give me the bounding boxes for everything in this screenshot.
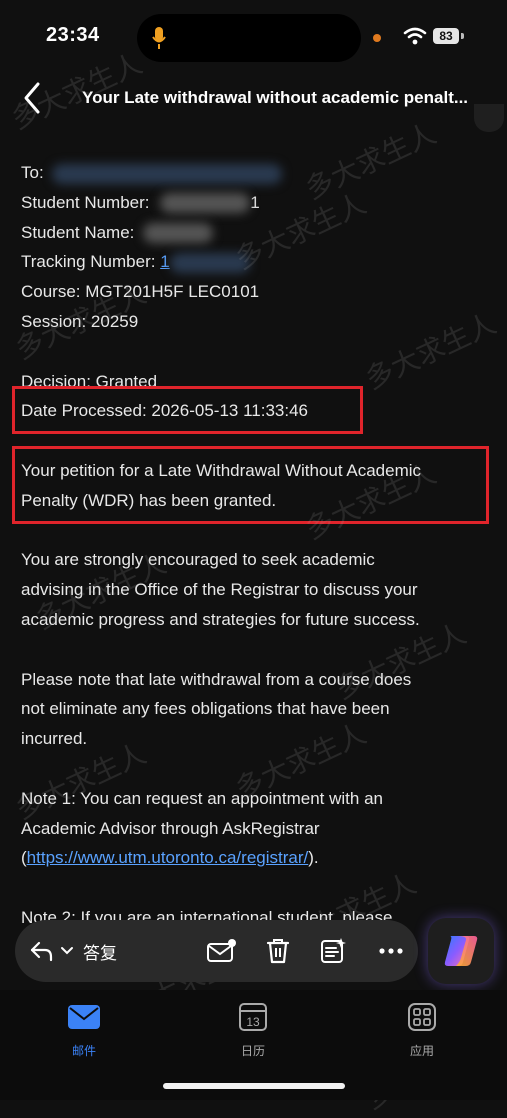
tracking-number-label: Tracking Number: bbox=[21, 252, 156, 272]
student-number-tail: 1 bbox=[250, 192, 260, 212]
fees-line-2: not eliminate any fees obligations that … bbox=[21, 699, 390, 719]
calendar-icon: 13 bbox=[239, 1003, 267, 1031]
registrar-link[interactable]: https://www.utm.utoronto.ca/registrar/ bbox=[27, 848, 309, 867]
student-number-line: Student Number: 1 bbox=[21, 188, 496, 218]
redacted-tracking-number bbox=[169, 252, 250, 273]
status-time: 23:34 bbox=[46, 24, 100, 46]
fees-line-3: incurred. bbox=[21, 729, 88, 749]
tab-calendar-label: 日历 bbox=[240, 1044, 265, 1058]
tracking-number-link[interactable]: 1 bbox=[160, 252, 169, 271]
battery-tip bbox=[461, 33, 464, 39]
reply-arrow-icon bbox=[30, 941, 53, 962]
microphone-icon bbox=[152, 27, 166, 49]
reply-label: 答复 bbox=[83, 943, 117, 963]
reply-button[interactable]: 答复 bbox=[29, 933, 149, 969]
highlight-box-date bbox=[12, 386, 363, 434]
tracking-number-line: Tracking Number: 1 bbox=[21, 247, 496, 277]
status-bar: 23:34 83 bbox=[0, 0, 507, 70]
mark-unread-button[interactable] bbox=[203, 933, 239, 969]
redacted-recipient bbox=[52, 163, 283, 184]
ai-summary-icon bbox=[321, 938, 346, 963]
back-chevron-icon[interactable] bbox=[18, 80, 48, 116]
redacted-student-name bbox=[143, 223, 214, 244]
note1-line-1: Note 1: You can request an appointment w… bbox=[21, 788, 383, 808]
redacted-student-number bbox=[160, 193, 251, 214]
advising-line-3: academic progress and strategies for fut… bbox=[21, 609, 420, 629]
summarize-button[interactable] bbox=[315, 933, 351, 969]
trash-icon bbox=[266, 939, 290, 964]
mail-icon bbox=[68, 1005, 100, 1029]
student-name-line: Student Name: bbox=[21, 218, 496, 248]
note1-line-2: Academic Advisor through AskRegistrar bbox=[21, 818, 320, 838]
tab-mail[interactable]: 邮件 bbox=[44, 1002, 124, 1062]
message-action-toolbar: 答复 bbox=[15, 920, 418, 982]
tab-mail-label: 邮件 bbox=[71, 1044, 96, 1058]
course-line: Course: MGT201H5F LEC0101 bbox=[21, 282, 260, 302]
session-line: Session: 20259 bbox=[21, 311, 139, 331]
fees-line-1: Please note that late withdrawal from a … bbox=[21, 669, 412, 689]
student-name-label: Student Name: bbox=[21, 222, 135, 242]
email-subject: Your Late withdrawal without academic pe… bbox=[82, 88, 469, 107]
more-dots-icon bbox=[379, 948, 403, 954]
student-number-label: Student Number: bbox=[21, 192, 150, 212]
home-indicator[interactable] bbox=[163, 1083, 345, 1089]
battery-icon: 83 bbox=[433, 28, 459, 44]
tab-calendar[interactable]: 13 日历 bbox=[213, 1002, 293, 1062]
dynamic-island bbox=[137, 14, 361, 62]
email-body: To: Student Number: 1 Student Name: Trac… bbox=[21, 158, 496, 933]
more-options-button[interactable] bbox=[373, 933, 409, 969]
mail-unread-icon bbox=[207, 939, 236, 962]
privacy-indicator-icon bbox=[373, 34, 381, 42]
chevron-down-icon[interactable] bbox=[59, 945, 75, 957]
tab-apps-label: 应用 bbox=[409, 1044, 434, 1058]
note1-line-3: (https://www.utm.utoronto.ca/registrar/)… bbox=[21, 843, 496, 873]
copilot-button[interactable] bbox=[428, 918, 494, 984]
apps-icon bbox=[408, 1003, 436, 1031]
wifi-icon bbox=[403, 27, 427, 45]
to-label: To: bbox=[21, 163, 44, 182]
highlight-box-petition bbox=[12, 446, 489, 524]
calendar-day: 13 bbox=[246, 1015, 260, 1029]
tab-apps[interactable]: 应用 bbox=[382, 1002, 462, 1062]
advising-line-2: advising in the Office of the Registrar … bbox=[21, 580, 418, 600]
to-line: To: bbox=[21, 158, 496, 188]
advising-line-1: You are strongly encouraged to seek acad… bbox=[21, 550, 375, 570]
scroll-indicator bbox=[474, 104, 504, 132]
delete-button[interactable] bbox=[260, 933, 296, 969]
note1-paren-close: ). bbox=[308, 848, 319, 868]
copilot-icon bbox=[444, 936, 478, 966]
email-header: Your Late withdrawal without academic pe… bbox=[0, 70, 507, 128]
